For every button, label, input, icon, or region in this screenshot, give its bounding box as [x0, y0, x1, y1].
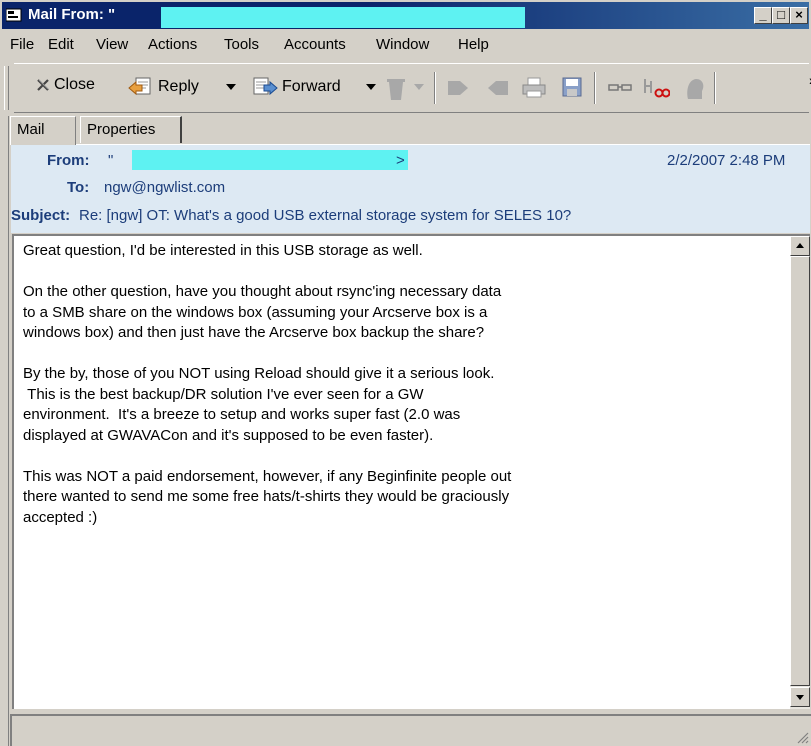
window-title: Mail From: ": [28, 6, 116, 23]
to-label: To:: [67, 179, 90, 196]
close-label: Close: [54, 76, 95, 93]
menu-accounts[interactable]: Accounts: [284, 36, 346, 53]
reply-dropdown-icon[interactable]: [226, 84, 236, 90]
forward-button[interactable]: Forward: [252, 76, 341, 98]
menu-bar: File Edit View Actions Tools Accounts Wi…: [2, 31, 809, 57]
close-button[interactable]: Close: [36, 76, 95, 94]
down-arrow-icon: [796, 695, 804, 700]
toolbar-grip[interactable]: [4, 66, 9, 110]
scrollbar-thumb[interactable]: [790, 256, 810, 686]
toolbar: Close Reply Forward: [14, 63, 811, 113]
scroll-up-button[interactable]: [790, 236, 810, 256]
from-label: From:: [47, 152, 90, 169]
proxy-icon[interactable]: [642, 77, 670, 99]
message-header: From: " > 2/2/2007 2:48 PM To: ngw@ngwli…: [11, 144, 810, 233]
next-item-icon[interactable]: [446, 77, 470, 99]
menu-view[interactable]: View: [96, 36, 128, 53]
from-value-suffix: >: [396, 152, 405, 169]
toolbar-separator: [434, 72, 436, 104]
window-left-edge: [0, 116, 9, 746]
toolbar-separator-2: [594, 72, 596, 104]
up-arrow-icon: [796, 243, 804, 248]
menu-actions[interactable]: Actions: [148, 36, 197, 53]
menu-help[interactable]: Help: [458, 36, 489, 53]
reply-icon: [128, 77, 151, 96]
from-value-prefix: ": [108, 152, 114, 169]
forward-dropdown-icon[interactable]: [366, 84, 376, 90]
tab-mail[interactable]: Mail: [10, 116, 76, 145]
print-icon[interactable]: [522, 77, 546, 99]
subject-label: Subject:: [11, 207, 71, 224]
redacted-sender-title: [161, 7, 525, 28]
maximize-button[interactable]: □: [772, 7, 790, 24]
close-window-button[interactable]: ×: [790, 7, 808, 24]
resize-grip-icon[interactable]: [795, 730, 809, 744]
message-text[interactable]: Great question, I'd be interested in thi…: [23, 241, 783, 528]
reply-label: Reply: [158, 78, 199, 95]
menu-file[interactable]: File: [10, 36, 34, 53]
forward-label: Forward: [282, 78, 341, 95]
message-body[interactable]: Great question, I'd be interested in thi…: [12, 234, 810, 709]
forward-icon: [253, 77, 278, 96]
delete-icon[interactable]: [386, 77, 406, 101]
message-date: 2/2/2007 2:48 PM: [667, 152, 786, 169]
previous-item-icon[interactable]: [486, 77, 510, 99]
mail-app-icon: [6, 8, 22, 22]
title-bar[interactable]: Mail From: " _ □ ×: [2, 2, 809, 29]
status-bar: [10, 714, 811, 746]
save-icon[interactable]: [562, 77, 582, 97]
delete-dropdown-icon[interactable]: [414, 84, 424, 90]
menu-window[interactable]: Window: [376, 36, 429, 53]
vertical-scrollbar[interactable]: [790, 236, 810, 709]
redacted-from-address: [132, 150, 408, 170]
toolbar-separator-3: [714, 72, 716, 104]
tab-properties[interactable]: Properties: [80, 116, 182, 143]
find-icon[interactable]: [608, 77, 632, 97]
minimize-button[interactable]: _: [754, 7, 772, 24]
menu-edit[interactable]: Edit: [48, 36, 74, 53]
mail-window: Mail From: " _ □ × File Edit View Action…: [0, 0, 811, 746]
view-tabs: Mail Properties: [10, 116, 810, 145]
menu-tools[interactable]: Tools: [224, 36, 259, 53]
close-icon: [37, 79, 49, 91]
subject-value: Re: [ngw] OT: What's a good USB external…: [79, 207, 572, 224]
reply-button[interactable]: Reply: [128, 76, 199, 98]
to-value[interactable]: ngw@ngwlist.com: [104, 179, 225, 196]
contact-icon[interactable]: [684, 77, 706, 101]
scroll-down-button[interactable]: [790, 687, 810, 707]
